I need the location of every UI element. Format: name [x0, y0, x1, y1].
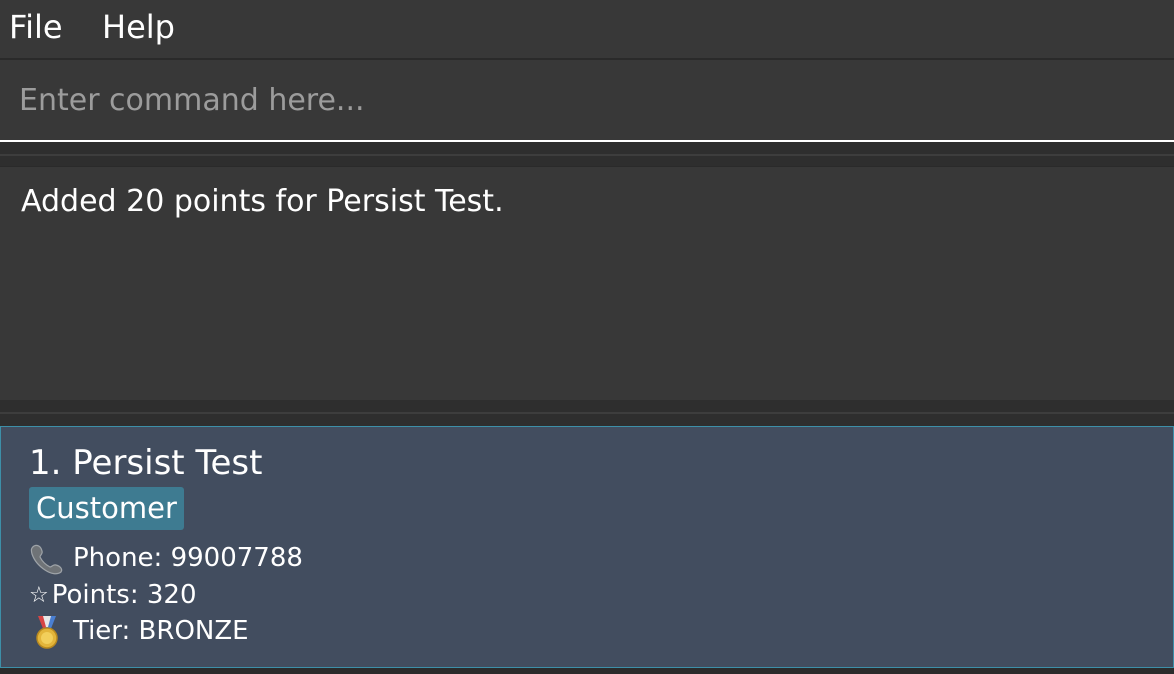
phone-label: Phone: 99007788 [73, 543, 303, 573]
split-divider[interactable] [0, 142, 1174, 166]
command-input[interactable] [0, 60, 1174, 140]
command-box [0, 60, 1174, 142]
medal-icon [29, 615, 65, 649]
person-name: 1. Persist Test [29, 443, 263, 483]
list-bottom-edge [0, 668, 1174, 674]
divider-line [0, 412, 1174, 414]
tier-label: Tier: BRONZE [73, 616, 249, 646]
phone-icon [29, 543, 65, 575]
split-divider[interactable] [0, 400, 1174, 426]
menu-bar: File Help [0, 0, 1174, 60]
person-card[interactable]: 1. Persist Test Customer Phone: 99007788… [0, 426, 1174, 668]
medal-icon-graphic [36, 615, 58, 649]
person-list[interactable]: 1. Persist Test Customer Phone: 99007788… [0, 426, 1174, 674]
points-label: Points: 320 [51, 580, 197, 610]
menu-file[interactable]: File [9, 8, 63, 46]
result-display[interactable]: Added 20 points for Persist Test. [0, 166, 1174, 401]
star-icon: ☆ [29, 582, 49, 608]
result-message: Added 20 points for Persist Test. [21, 184, 504, 219]
app-window: File Help Added 20 points for Persist Te… [0, 0, 1174, 674]
phone-field: Phone: 99007788 [29, 541, 303, 575]
points-field: ☆ Points: 320 [29, 578, 197, 612]
divider-line [0, 154, 1174, 156]
menu-help[interactable]: Help [102, 8, 175, 46]
tier-field: Tier: BRONZE [29, 614, 249, 649]
tag-badge: Customer [29, 487, 184, 530]
phone-icon-graphic [30, 544, 63, 574]
